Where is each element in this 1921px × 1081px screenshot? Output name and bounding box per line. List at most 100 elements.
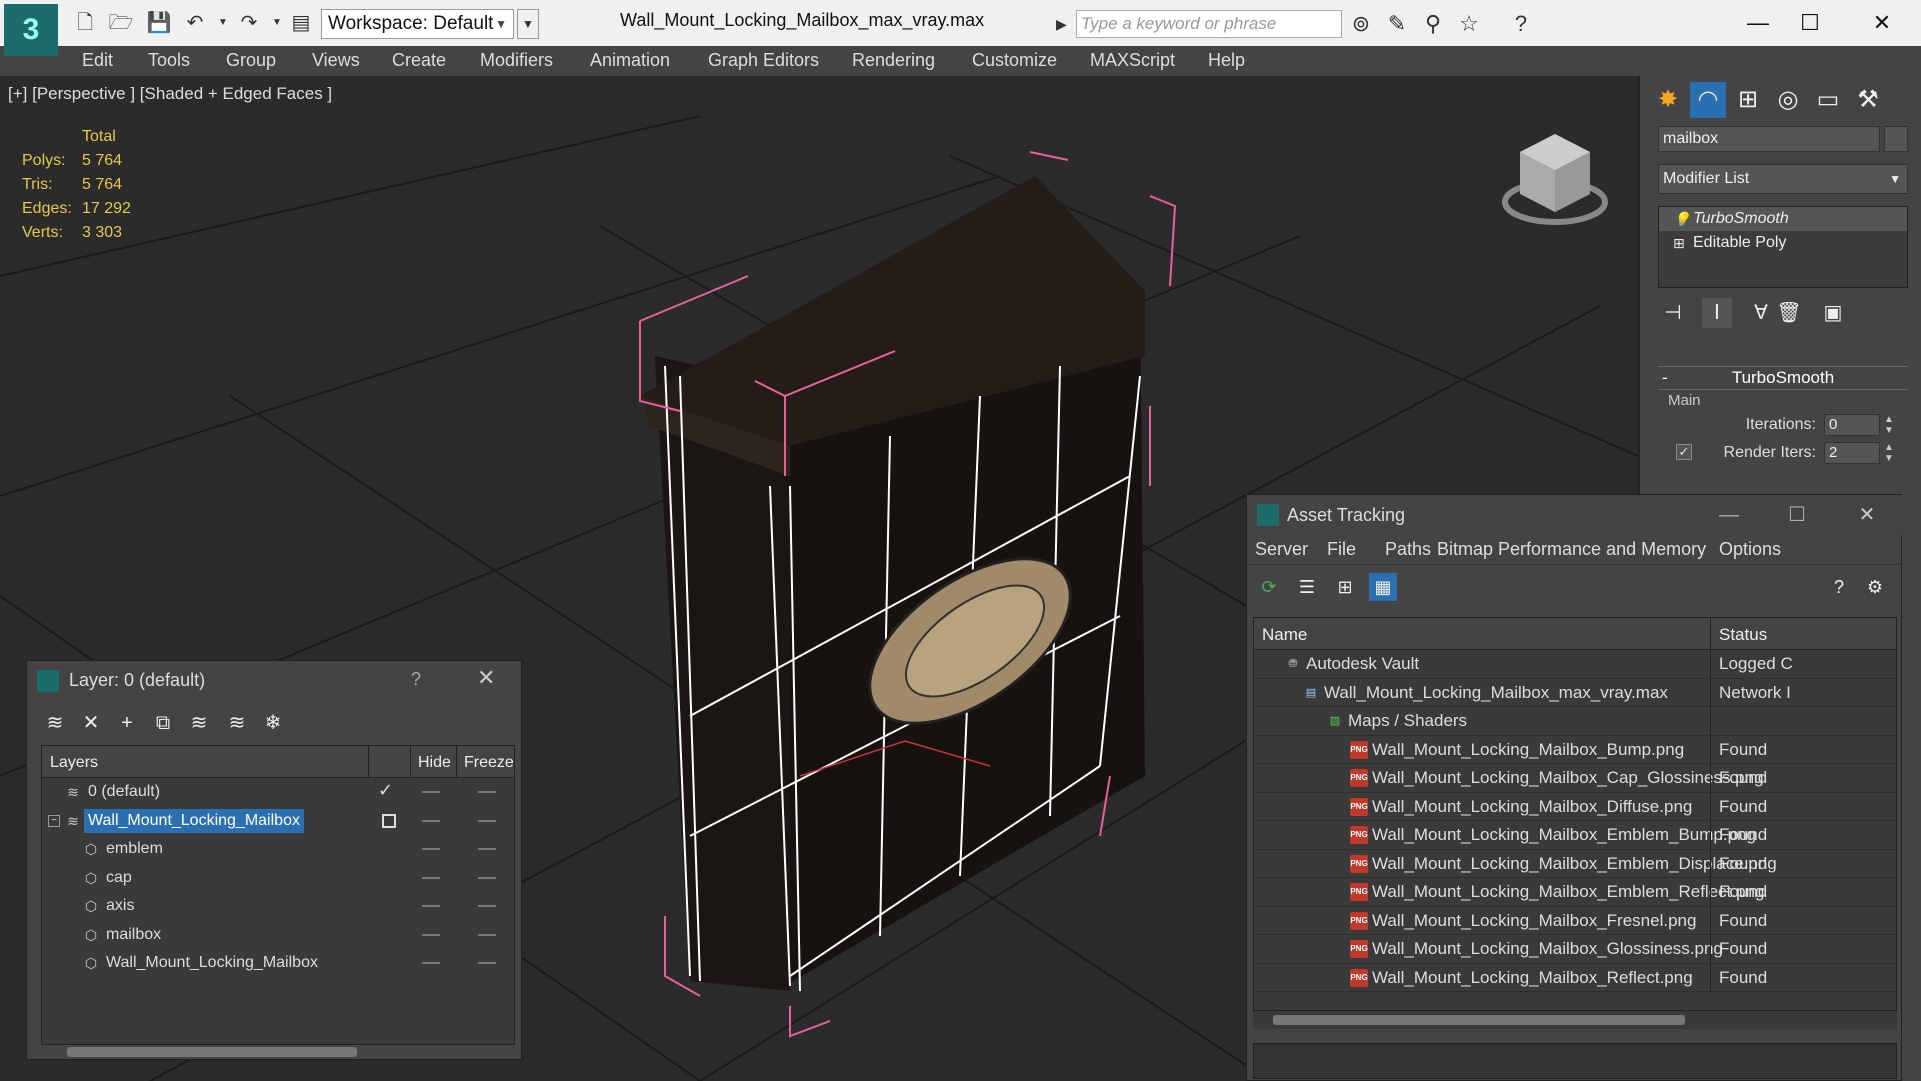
close-button[interactable]: ✕ — [1862, 6, 1902, 40]
column-layers[interactable]: Layers — [50, 754, 98, 772]
object-color-swatch[interactable] — [1884, 126, 1908, 152]
table-row[interactable]: PNG Wall_Mount_Locking_Mailbox_Cap_Glossi… — [1254, 764, 1896, 793]
menu-animation[interactable]: Animation — [590, 50, 670, 71]
create-tab-icon[interactable]: ✸ — [1650, 82, 1686, 118]
layer-name[interactable]: axis — [102, 894, 138, 918]
binoculars-icon[interactable]: ⊚ — [1346, 10, 1376, 38]
hide-toggle[interactable] — [422, 962, 440, 964]
maximize-button[interactable]: ☐ — [1777, 499, 1817, 531]
freeze-toggle[interactable] — [478, 962, 496, 964]
scrollbar-thumb[interactable] — [67, 1047, 357, 1057]
stack-item-turbosmooth[interactable]: 💡 TurboSmooth — [1659, 207, 1907, 231]
menu-tools[interactable]: Tools — [148, 50, 190, 71]
table-view-icon[interactable]: ▦ — [1369, 573, 1397, 601]
help-icon[interactable]: ? — [1506, 10, 1536, 38]
hide-all-layers-icon[interactable]: ≋ — [223, 709, 251, 737]
menu-file[interactable]: File — [1327, 539, 1356, 560]
pin-stack-icon[interactable]: ⊣ — [1658, 298, 1688, 328]
expand-plus-icon[interactable]: ⊞ — [1673, 231, 1685, 255]
table-row[interactable]: PNG Wall_Mount_Locking_Mailbox_Fresnel.pn… — [1254, 906, 1896, 935]
display-tab-icon[interactable]: ▭ — [1810, 82, 1846, 118]
modify-tab-icon[interactable]: ◠ — [1690, 82, 1726, 118]
column-freeze[interactable]: Freeze — [464, 754, 514, 772]
close-button[interactable]: ✕ — [1847, 499, 1887, 531]
table-row[interactable]: PNG Wall_Mount_Locking_Mailbox_Glossiness… — [1254, 935, 1896, 964]
modifier-list-dropdown[interactable]: Modifier List ▼ — [1658, 164, 1908, 194]
table-row[interactable]: PNG Wall_Mount_Locking_Mailbox_Diffuse.pn… — [1254, 792, 1896, 821]
layer-name[interactable]: mailbox — [102, 923, 165, 947]
list-item[interactable]: − ≋ Wall_Mount_Locking_Mailbox — [42, 807, 514, 836]
menu-bitmap-performance[interactable]: Bitmap Performance and Memory — [1437, 539, 1706, 560]
freeze-toggle[interactable] — [478, 791, 496, 793]
list-item[interactable]: ≋ 0 (default) ✓ — [42, 778, 514, 807]
table-row[interactable]: PNG Wall_Mount_Locking_Mailbox_Emblem_Bum… — [1254, 821, 1896, 850]
delete-layer-icon[interactable]: ✕ — [77, 709, 105, 737]
new-file-icon[interactable]: 🗋 — [72, 10, 98, 36]
undo-dropdown-icon[interactable]: ▼ — [210, 10, 236, 36]
freeze-all-layers-icon[interactable]: ❄ — [259, 709, 287, 737]
highlight-layer-icon[interactable]: ≋ — [185, 709, 213, 737]
horizontal-scrollbar[interactable] — [41, 1045, 515, 1059]
favorites-star-icon[interactable]: ☆ — [1454, 10, 1484, 38]
minimize-button[interactable]: — — [1738, 6, 1778, 40]
hierarchy-tab-icon[interactable]: ⊞ — [1730, 82, 1766, 118]
help-button[interactable]: ? — [411, 669, 421, 690]
freeze-toggle[interactable] — [478, 848, 496, 850]
close-button[interactable]: ✕ — [477, 665, 495, 691]
menu-options[interactable]: Options — [1719, 539, 1781, 560]
freeze-toggle[interactable] — [478, 876, 496, 879]
current-layer-check-icon[interactable]: ✓ — [378, 780, 393, 801]
utilities-tab-icon[interactable]: ⚒ — [1850, 82, 1886, 118]
hide-toggle[interactable] — [422, 819, 440, 822]
horizontal-scrollbar[interactable] — [1253, 1011, 1897, 1029]
search-input[interactable]: Type a keyword or phrase — [1076, 10, 1342, 38]
maximize-button[interactable]: ☐ — [1790, 6, 1830, 40]
table-row[interactable]: PNG Wall_Mount_Locking_Mailbox_Reflect.pn… — [1254, 963, 1896, 992]
list-view-icon[interactable]: ☰ — [1293, 573, 1321, 601]
collapse-icon[interactable]: − — [48, 814, 60, 827]
freeze-toggle[interactable] — [478, 933, 496, 936]
configure-sets-icon[interactable]: ▣ — [1818, 298, 1848, 328]
hide-toggle[interactable] — [422, 876, 440, 879]
layer-titlebar[interactable]: Layer: 0 (default) ? ✕ — [27, 661, 523, 699]
select-objects-icon[interactable]: ⧉ — [149, 709, 177, 737]
new-layer-icon[interactable]: ≋ — [41, 709, 69, 737]
column-name[interactable]: Name — [1262, 625, 1307, 645]
freeze-toggle[interactable] — [478, 819, 496, 822]
menu-group[interactable]: Group — [226, 50, 276, 71]
column-hide[interactable]: Hide — [418, 754, 451, 772]
menu-graph-editors[interactable]: Graph Editors — [708, 50, 819, 71]
hide-toggle[interactable] — [422, 905, 440, 907]
redo-dropdown-icon[interactable]: ▼ — [264, 10, 290, 36]
menu-edit[interactable]: Edit — [82, 50, 113, 71]
menu-create[interactable]: Create — [392, 50, 446, 71]
lightbulb-icon[interactable]: 💡 — [1673, 207, 1690, 231]
menu-server[interactable]: Server — [1255, 539, 1308, 560]
spinner-arrows-icon[interactable]: ▲ ▼ — [1884, 442, 1894, 464]
menu-modifiers[interactable]: Modifiers — [480, 50, 553, 71]
workspace-select[interactable]: Workspace: Default ▼ — [321, 9, 514, 39]
layer-name[interactable]: Wall_Mount_Locking_Mailbox — [84, 808, 304, 833]
list-item[interactable]: ⬡ axis — [42, 892, 514, 921]
hide-toggle[interactable] — [422, 933, 440, 936]
stack-item-editable-poly[interactable]: ⊞ Editable Poly — [1659, 231, 1907, 255]
scrollbar-thumb[interactable] — [1273, 1015, 1685, 1025]
render-iters-checkbox[interactable]: ✓ — [1676, 444, 1692, 460]
tools-icon[interactable]: ✎ — [1382, 10, 1412, 38]
menu-maxscript[interactable]: MAXScript — [1090, 50, 1175, 71]
object-name-input[interactable]: mailbox — [1658, 126, 1880, 152]
app-logo-icon[interactable]: 3 — [4, 4, 58, 56]
help-icon[interactable]: ? — [1825, 573, 1853, 601]
settings-help-icon[interactable]: ⚙ — [1861, 573, 1889, 601]
motion-tab-icon[interactable]: ◎ — [1770, 82, 1806, 118]
menu-views[interactable]: Views — [312, 50, 360, 71]
menu-customize[interactable]: Customize — [972, 50, 1057, 71]
minimize-button[interactable]: — — [1709, 499, 1749, 531]
list-item[interactable]: ⬡ emblem — [42, 835, 514, 864]
rollout-header[interactable]: - TurboSmooth — [1658, 366, 1908, 390]
layer-name[interactable]: emblem — [102, 837, 167, 861]
workspace-menu-icon[interactable]: ▼ — [517, 9, 539, 39]
viewport-label[interactable]: [+] [Perspective ] [Shaded + Edged Faces… — [8, 84, 332, 104]
hide-toggle[interactable] — [422, 791, 440, 793]
table-row[interactable]: ▨ Maps / Shaders — [1254, 707, 1896, 736]
